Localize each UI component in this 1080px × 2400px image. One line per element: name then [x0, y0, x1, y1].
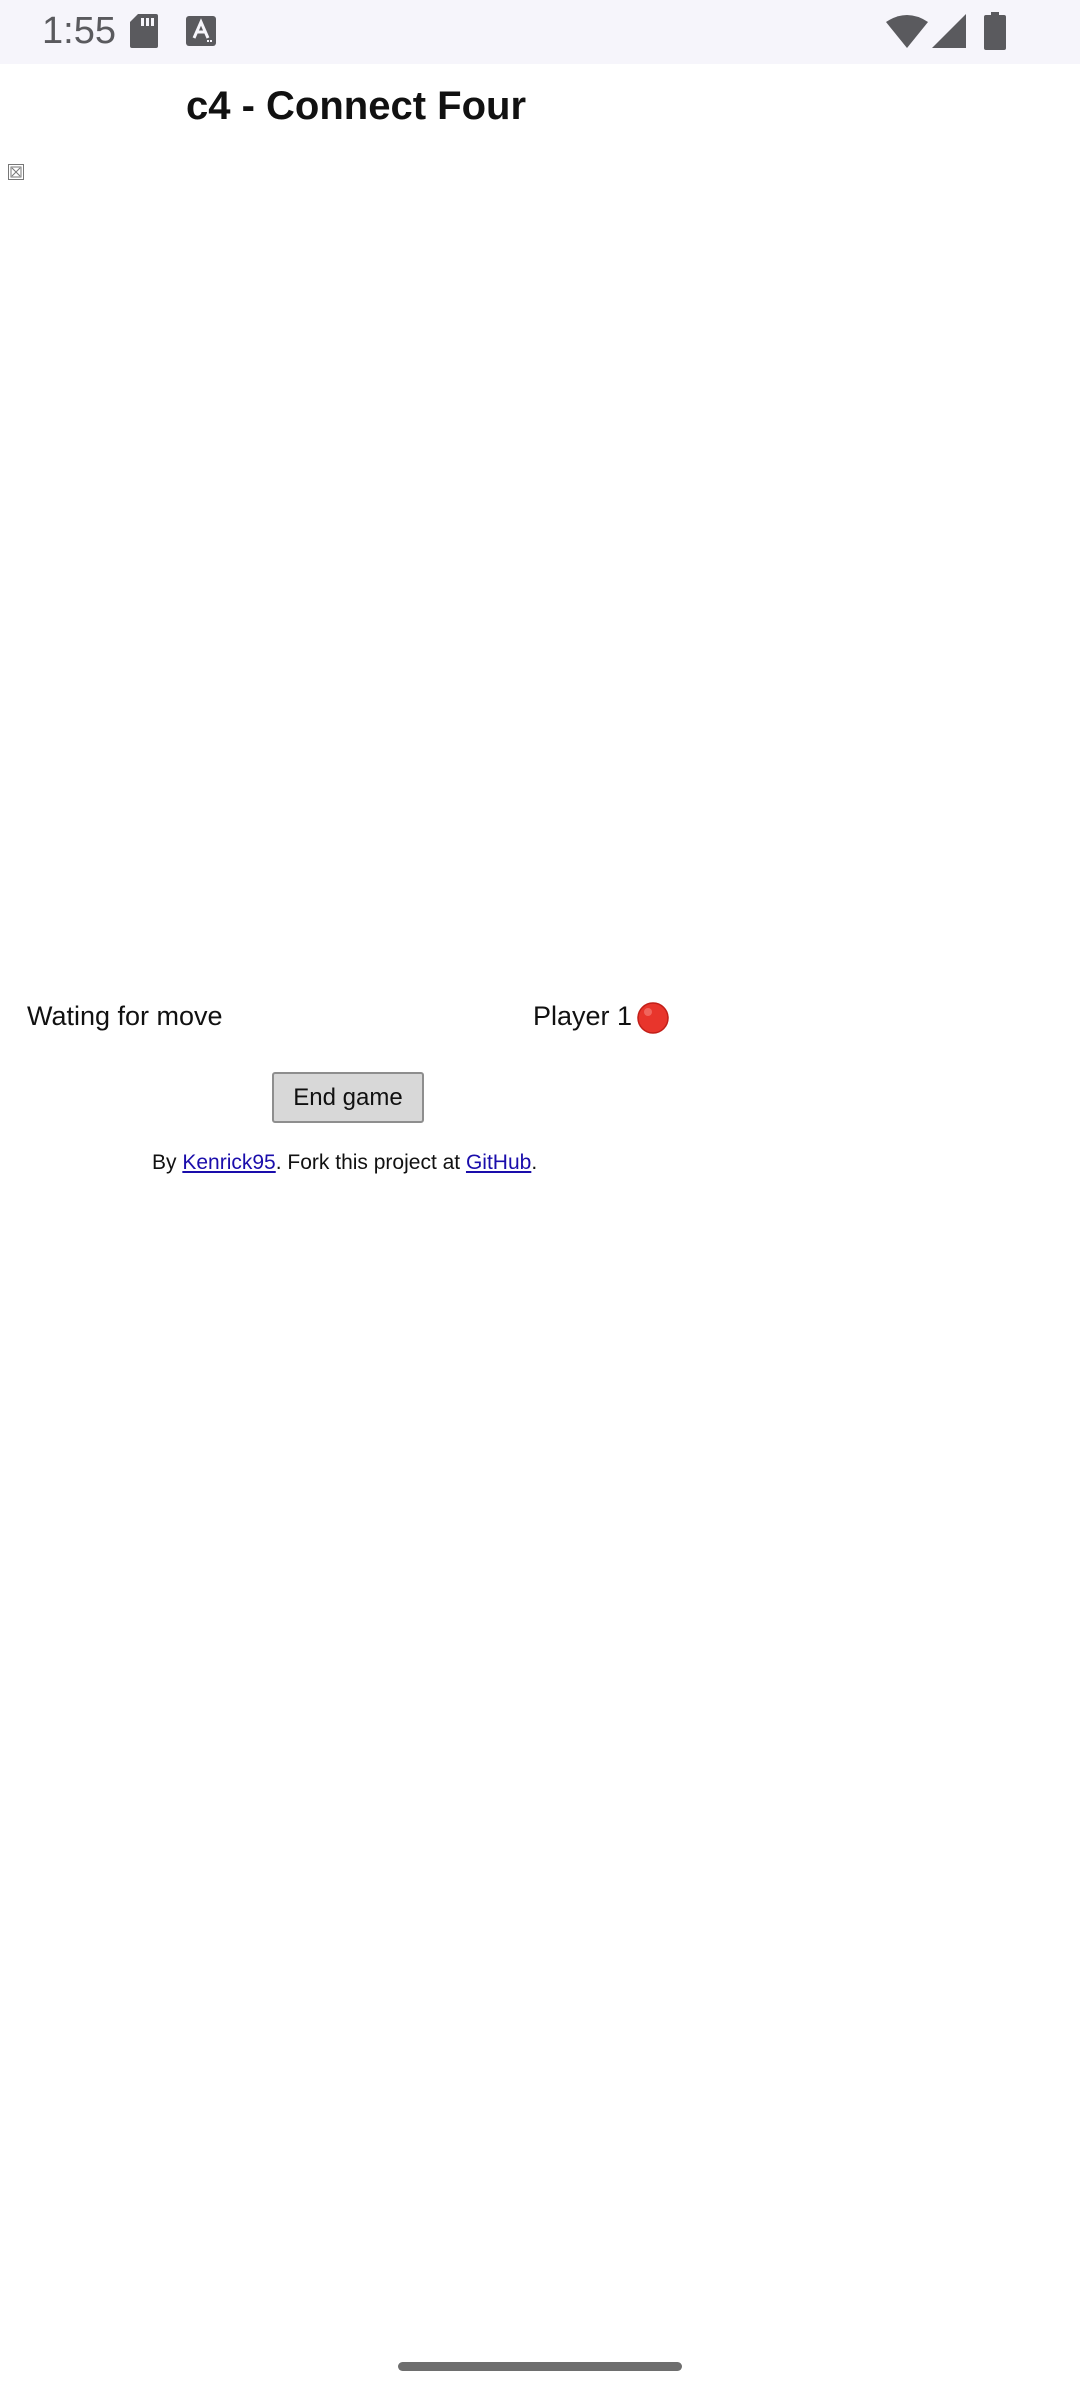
text-a-icon: [186, 16, 216, 46]
battery-icon: [984, 12, 1006, 50]
current-player-label: Player 1: [533, 1001, 633, 1031]
sd-card-icon: [130, 14, 158, 48]
status-time: 1:55: [42, 10, 116, 52]
credit-suffix: .: [531, 1151, 538, 1174]
github-link[interactable]: GitHub: [466, 1151, 531, 1174]
broken-image-icon: [8, 164, 24, 180]
game-board-canvas[interactable]: [0, 190, 700, 970]
end-game-button[interactable]: End game: [272, 1072, 424, 1123]
red-disc-icon: [637, 1002, 669, 1034]
credit-middle: . Fork this project at: [275, 1151, 466, 1174]
cell-signal-icon: [932, 14, 966, 48]
home-indicator[interactable]: [398, 2362, 682, 2371]
page-title: c4 - Connect Four: [186, 84, 527, 128]
status-bar: 1:55: [0, 0, 1080, 64]
game-status-text: Wating for move: [27, 1001, 223, 1031]
credit-line: By Kenrick95. Fork this project at GitHu…: [152, 1148, 537, 1178]
wifi-icon: [886, 15, 928, 48]
credit-prefix: By: [152, 1151, 183, 1174]
author-link[interactable]: Kenrick95: [182, 1151, 275, 1174]
